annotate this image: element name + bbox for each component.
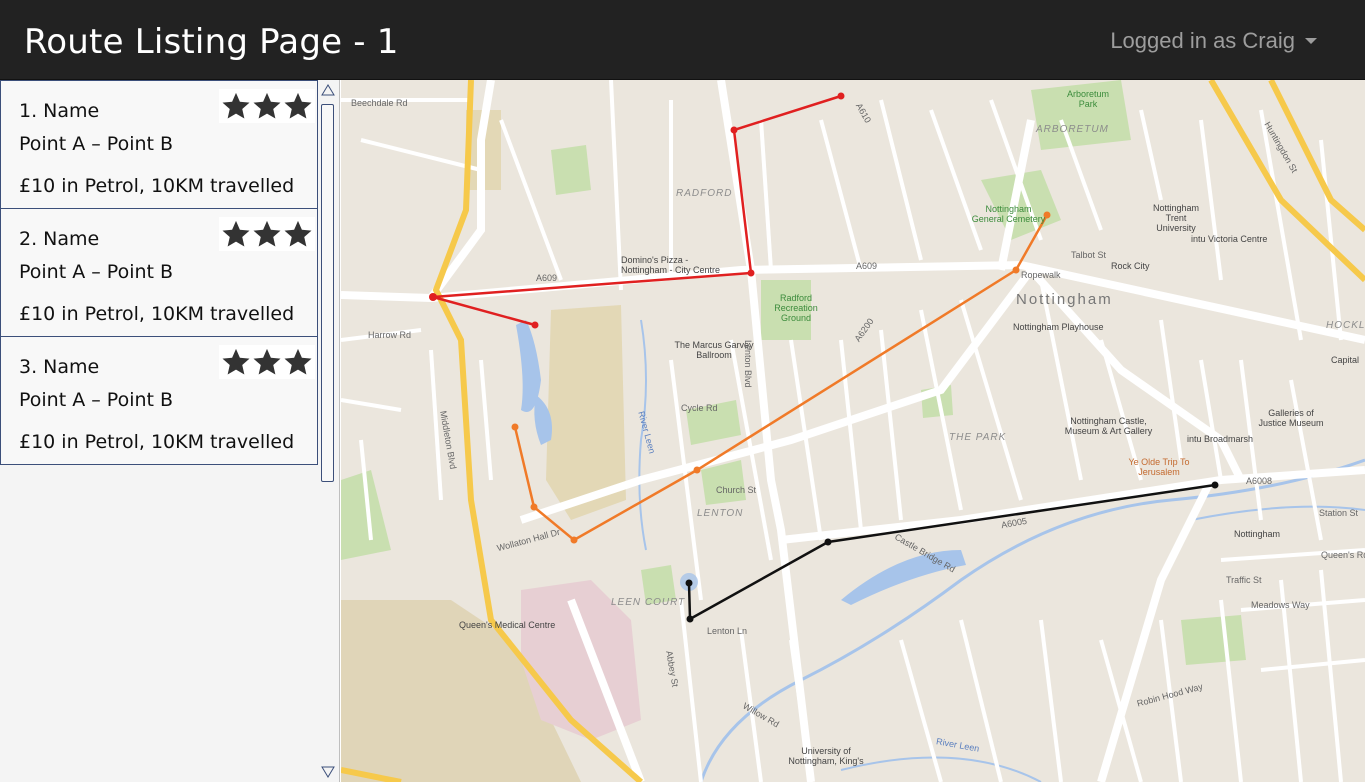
map-label: THE PARK — [949, 432, 1007, 443]
route-list-item[interactable]: 1. Name Point A – Point B £10 in Petrol,… — [0, 80, 318, 209]
map-label: Station St — [1319, 508, 1359, 518]
star-icon — [222, 348, 250, 375]
map-label: Lenton Blvd — [743, 340, 753, 388]
map-label: intu Broadmarsh — [1187, 434, 1254, 444]
map-label: Meadows Way — [1251, 600, 1310, 610]
triangle-down-icon[interactable] — [320, 764, 336, 780]
map-label: LENTON — [697, 508, 744, 519]
top-navbar: Route Listing Page - 1 Logged in as Crai… — [0, 0, 1365, 80]
star-icon — [253, 348, 281, 375]
route-sidebar: 1. Name Point A – Point B £10 in Petrol,… — [0, 80, 340, 782]
route-map[interactable]: Beechdale Rd RADFORD Domino's Pizza - No… — [341, 80, 1365, 782]
route-rating — [219, 89, 315, 123]
route-points: Point A – Point B — [19, 389, 174, 411]
map-label: Capital — [1331, 355, 1360, 365]
map-label: Nottingham Castle, Museum & Art Gallery — [1064, 416, 1153, 436]
map-label: Ropewalk — [1021, 270, 1061, 280]
map-label: intu Victoria Centre — [1191, 234, 1268, 244]
user-menu-label: Logged in as Craig — [1110, 28, 1295, 53]
caret-down-icon — [1305, 38, 1317, 44]
app-window: Route Listing Page - 1 Logged in as Crai… — [0, 0, 1365, 782]
route-cost: £10 in Petrol, 10KM travelled — [19, 431, 295, 453]
map-label: LEEN COURT — [611, 597, 686, 608]
route-list: 1. Name Point A – Point B £10 in Petrol,… — [0, 80, 318, 465]
route-list-item[interactable]: 3. Name Point A – Point B £10 in Petrol,… — [0, 337, 318, 465]
map-label: Radford Recreation Ground — [774, 293, 818, 323]
route-points: Point A – Point B — [19, 133, 174, 155]
star-icon — [284, 92, 312, 119]
route-cost: £10 in Petrol, 10KM travelled — [19, 175, 295, 197]
map-label: Harrow Rd — [368, 330, 412, 340]
page-title: Route Listing Page - 1 — [24, 22, 399, 62]
map-label: A6008 — [1246, 476, 1273, 486]
map-label: Rock City — [1111, 261, 1150, 271]
map-label: Arboretum Park — [1066, 89, 1110, 109]
map-label: Cycle Rd — [681, 403, 718, 413]
map-label: A609 — [856, 261, 878, 271]
map-label: Nottingham General Cemetery — [971, 204, 1046, 224]
route-rating — [219, 345, 315, 379]
route-list-scrollbar[interactable] — [318, 80, 338, 782]
route-points: Point A – Point B — [19, 261, 174, 283]
map-label: Talbot St — [1071, 250, 1107, 260]
map-label: Lenton Ln — [707, 626, 748, 636]
map-label: Nottingham Trent University — [1152, 203, 1200, 233]
map-label: Queen's Medical Centre — [459, 620, 556, 630]
map-label: Traffic St — [1226, 575, 1262, 585]
map-label: Galleries of Justice Museum — [1258, 408, 1324, 428]
route-list-item[interactable]: 2. Name Point A – Point B £10 in Petrol,… — [0, 209, 318, 337]
map-label: Church St — [716, 485, 757, 495]
route-rating — [219, 217, 315, 251]
map-label: RADFORD — [676, 188, 733, 199]
map-label: The Marcus Garvey Ballroom — [674, 340, 754, 360]
map-label: Queen's Rd — [1321, 550, 1365, 560]
map-label: ARBORETUM — [1036, 124, 1109, 135]
map-label: A609 — [536, 273, 558, 283]
map-label: University of Nottingham, King's — [788, 746, 864, 766]
star-icon — [284, 348, 312, 375]
map-label: Nottingham Playhouse — [1013, 322, 1104, 332]
star-icon — [222, 220, 250, 247]
map-label: Nottingham — [1016, 291, 1113, 308]
star-icon — [253, 92, 281, 119]
map-label: Nottingham — [1234, 529, 1281, 539]
user-menu-dropdown[interactable]: Logged in as Craig — [1110, 28, 1317, 54]
triangle-up-icon[interactable] — [320, 82, 336, 98]
star-icon — [222, 92, 250, 119]
map-label: Ye Olde Trip To Jerusalem — [1128, 457, 1190, 477]
map-label: Domino's Pizza - Nottingham - City Centr… — [621, 255, 721, 275]
route-cost: £10 in Petrol, 10KM travelled — [19, 303, 295, 325]
scrollbar-thumb[interactable] — [321, 104, 334, 482]
star-icon — [253, 220, 281, 247]
map-label: Beechdale Rd — [351, 98, 408, 108]
map-canvas[interactable] — [341, 80, 1365, 782]
map-label: HOCKLE — [1326, 320, 1365, 331]
star-icon — [284, 220, 312, 247]
